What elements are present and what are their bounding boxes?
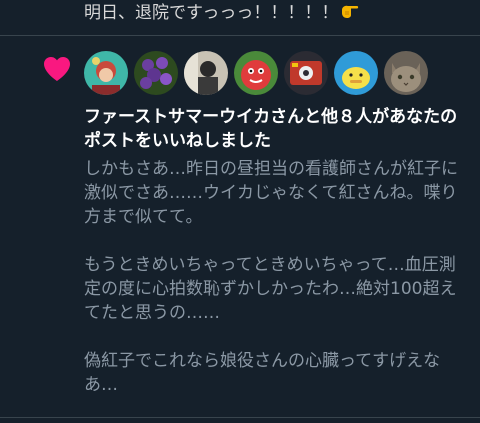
previous-tweet[interactable]: 明日、退院ですっっっ！！！！！ — [0, 0, 480, 36]
avatar[interactable] — [334, 51, 378, 95]
post-paragraph: 偽紅子でこれなら娘役さんの心臓ってすげえなあ… — [84, 351, 441, 395]
previous-tweet-text: 明日、退院ですっっっ！！！！！ — [84, 1, 360, 24]
post-paragraph: もうときめいちゃってときめいちゃって…血圧測定の度に心拍数恥ずかしかったわ…絶対… — [84, 255, 457, 323]
divider — [0, 417, 480, 418]
liked-post-text: しかもさあ…昨日の昼担当の看護師さんが紅子に激似でさあ……ウイカじゃなくて紅さん… — [84, 157, 470, 397]
notification-title: ファーストサマーウイカさんと他８人があなたのポストをいいねしました — [84, 107, 458, 151]
heart-icon — [44, 57, 70, 81]
avatar[interactable] — [284, 51, 328, 95]
avatar-row — [84, 51, 428, 95]
like-notification[interactable]: ファーストサマーウイカさんと他８人があなたのポストをいいねしました しかもさあ…… — [0, 37, 480, 417]
post-paragraph: しかもさあ…昨日の昼担当の看護師さんが紅子に激似でさあ……ウイカじゃなくて紅さん… — [84, 159, 458, 227]
avatar[interactable] — [234, 51, 278, 95]
pointing-hand-emoji — [342, 5, 359, 19]
avatar[interactable] — [384, 51, 428, 95]
avatar[interactable] — [134, 51, 178, 95]
avatar[interactable] — [184, 51, 228, 95]
avatar[interactable] — [84, 51, 128, 95]
